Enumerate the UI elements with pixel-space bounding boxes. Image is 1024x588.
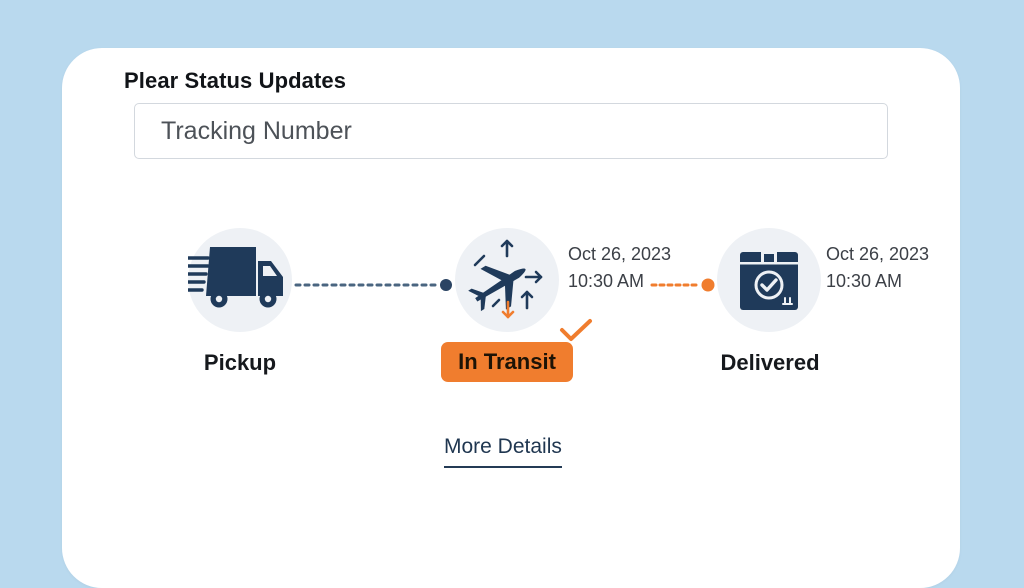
airplane-transit-icon (468, 239, 543, 319)
delivered-step-icon-circle (717, 228, 821, 332)
delivery-truck-icon (188, 247, 283, 308)
connector-dot-active (701, 278, 715, 292)
tracking-number-field[interactable] (134, 103, 888, 159)
pickup-step-icon-circle (188, 228, 292, 332)
page-title: Plear Status Updates (124, 68, 347, 93)
delivered-timestamp: Oct 26, 2023 10:30 AM (826, 241, 929, 295)
checkmark-icon (560, 319, 592, 341)
progress-connector-active (650, 278, 715, 292)
tracking-number-input[interactable] (135, 104, 887, 158)
current-status-badge: In Transit (441, 342, 573, 382)
step-label-delivered: Delivered (720, 350, 820, 375)
connector-dot (440, 279, 452, 291)
in-transit-date: Oct 26, 2023 (568, 244, 672, 264)
delivered-time: 10:30 AM (826, 271, 903, 291)
progress-connector-completed (294, 279, 452, 291)
delivered-date: Oct 26, 2023 (826, 244, 930, 264)
step-label-pickup: Pickup (203, 350, 277, 375)
in-transit-step-icon-circle (455, 228, 559, 332)
more-details-link[interactable]: More Details (444, 435, 562, 468)
package-check-icon (740, 252, 798, 310)
